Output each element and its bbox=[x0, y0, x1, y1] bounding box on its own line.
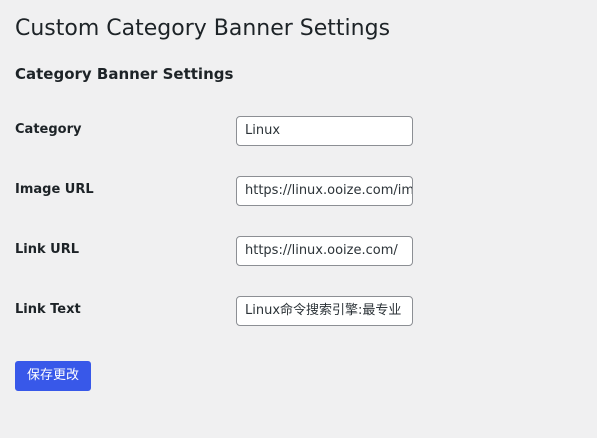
category-row: Category Linux bbox=[15, 116, 415, 146]
save-changes-button[interactable]: 保存更改 bbox=[15, 361, 92, 391]
link-url-label: Link URL bbox=[15, 242, 80, 257]
image-url-label: Image URL bbox=[15, 182, 94, 197]
category-label: Category bbox=[15, 122, 82, 137]
category-input[interactable]: Linux bbox=[236, 116, 413, 146]
section-title: Category Banner Settings bbox=[15, 65, 234, 83]
image-url-row: Image URL https://linux.ooize.com/im bbox=[15, 176, 415, 206]
link-text-input[interactable]: Linux命令搜索引擎:最专业 bbox=[236, 296, 413, 326]
link-url-input[interactable]: https://linux.ooize.com/ bbox=[236, 236, 413, 266]
link-url-row: Link URL https://linux.ooize.com/ bbox=[15, 236, 415, 266]
page-title: Custom Category Banner Settings bbox=[15, 16, 391, 41]
image-url-input[interactable]: https://linux.ooize.com/im bbox=[236, 176, 413, 206]
link-text-label: Link Text bbox=[15, 302, 81, 317]
link-text-row: Link Text Linux命令搜索引擎:最专业 bbox=[15, 296, 415, 326]
